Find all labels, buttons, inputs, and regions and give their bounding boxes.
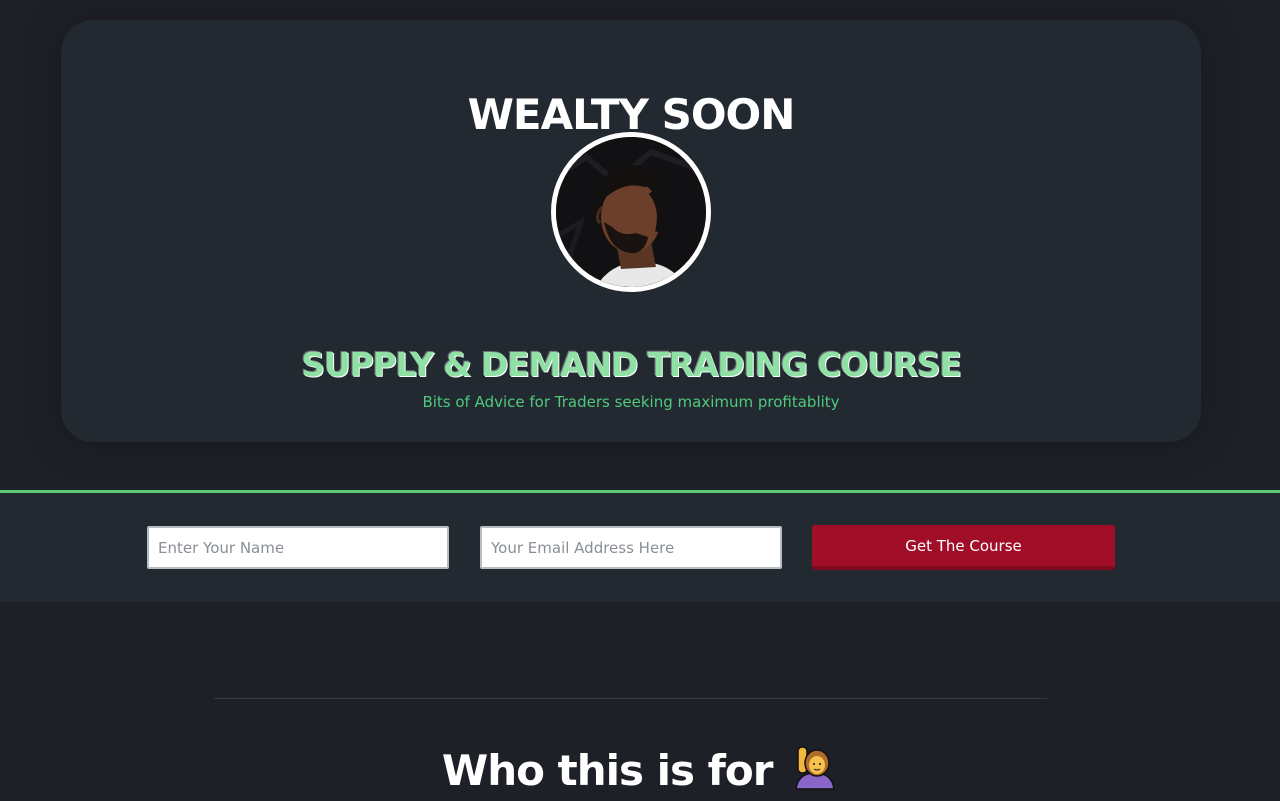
who-this-is-for-heading: Who this is for — [0, 745, 1280, 801]
profile-avatar — [551, 132, 711, 292]
signup-form: Get The Course — [0, 493, 1280, 602]
content-divider — [214, 698, 1047, 699]
profile-photo — [556, 137, 706, 287]
section-heading-text: Who this is for — [441, 746, 774, 795]
course-subtitle: Bits of Advice for Traders seeking maxim… — [422, 393, 840, 411]
email-input[interactable] — [480, 526, 782, 569]
get-course-button[interactable]: Get The Course — [812, 525, 1115, 570]
name-input[interactable] — [147, 526, 449, 569]
hero-card: WEALTY SOON SUPPLY & DEMAND TRADING COUR… — [61, 20, 1201, 442]
person-raising-hand-icon — [792, 745, 838, 801]
course-title: SUPPLY & DEMAND TRADING COURSE — [301, 345, 962, 384]
